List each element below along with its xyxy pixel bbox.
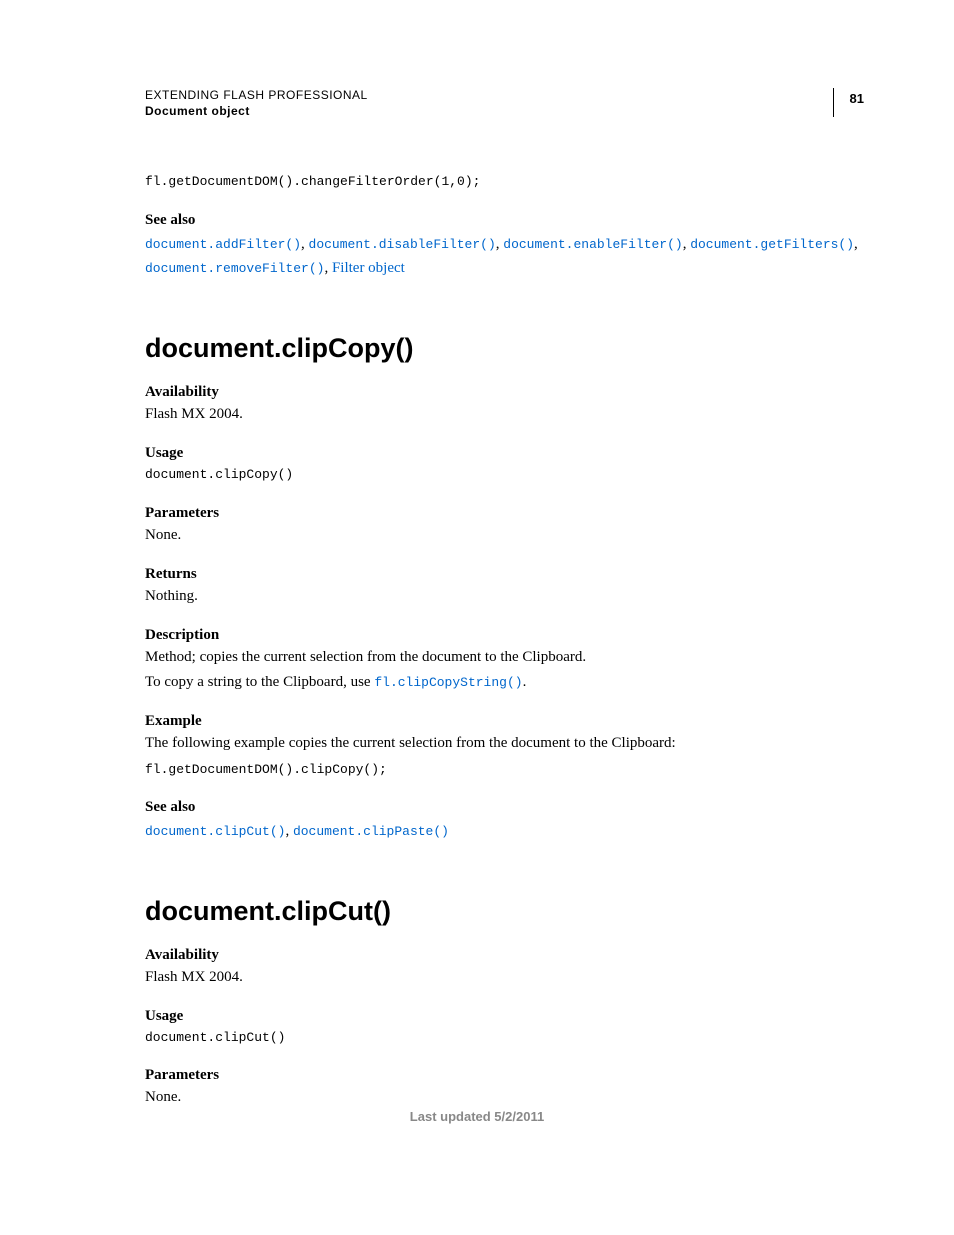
availability-text: Flash MX 2004.	[145, 404, 864, 425]
description-label: Description	[145, 627, 864, 644]
link-remove-filter[interactable]: document.removeFilter()	[145, 261, 324, 276]
returns-text: Nothing.	[145, 586, 864, 607]
link-clipcopystring[interactable]: fl.clipCopyString()	[374, 675, 522, 690]
page-container: EXTENDING FLASH PROFESSIONAL Document ob…	[0, 0, 954, 1162]
header-subtitle: Document object	[145, 104, 368, 118]
availability-text-2: Flash MX 2004.	[145, 967, 864, 988]
parameters-label-2: Parameters	[145, 1067, 864, 1084]
header-title: EXTENDING FLASH PROFESSIONAL	[145, 88, 368, 102]
usage-code: document.clipCopy()	[145, 465, 864, 485]
parameters-label: Parameters	[145, 505, 864, 522]
availability-label-2: Availability	[145, 947, 864, 964]
example-code: fl.getDocumentDOM().clipCopy();	[145, 760, 864, 780]
availability-label: Availability	[145, 384, 864, 401]
description-text: Method; copies the current selection fro…	[145, 647, 864, 668]
link-clippaste[interactable]: document.clipPaste()	[293, 824, 449, 839]
link-clipcut[interactable]: document.clipCut()	[145, 824, 285, 839]
usage-label: Usage	[145, 445, 864, 462]
page-header: EXTENDING FLASH PROFESSIONAL Document ob…	[145, 88, 864, 118]
parameters-text: None.	[145, 525, 864, 546]
description-extra-pre: To copy a string to the Clipboard, use	[145, 674, 374, 690]
example-text: The following example copies the current…	[145, 733, 864, 754]
description-extra-post: .	[523, 674, 527, 690]
see-also-label-2: See also	[145, 799, 864, 816]
see-also-label-1: See also	[145, 212, 864, 229]
intro-code-block: fl.getDocumentDOM().changeFilterOrder(1,…	[145, 172, 864, 192]
header-left: EXTENDING FLASH PROFESSIONAL Document ob…	[145, 88, 368, 118]
link-filter-object[interactable]: Filter object	[332, 260, 405, 276]
heading-clipcut: document.clipCut()	[145, 896, 864, 927]
link-disable-filter[interactable]: document.disableFilter()	[309, 237, 496, 252]
link-get-filters[interactable]: document.getFilters()	[690, 237, 854, 252]
page-number: 81	[833, 88, 864, 117]
example-label: Example	[145, 713, 864, 730]
link-enable-filter[interactable]: document.enableFilter()	[503, 237, 682, 252]
heading-clipcopy: document.clipCopy()	[145, 333, 864, 364]
parameters-text-2: None.	[145, 1087, 864, 1108]
usage-code-2: document.clipCut()	[145, 1028, 864, 1048]
see-also-links-2: document.clipCut(), document.clipPaste()	[145, 819, 864, 844]
description-extra: To copy a string to the Clipboard, use f…	[145, 672, 864, 693]
usage-label-2: Usage	[145, 1008, 864, 1025]
link-add-filter[interactable]: document.addFilter()	[145, 237, 301, 252]
footer-updated: Last updated 5/2/2011	[0, 1109, 954, 1124]
returns-label: Returns	[145, 566, 864, 583]
see-also-links-1: document.addFilter(), document.disableFi…	[145, 232, 864, 282]
